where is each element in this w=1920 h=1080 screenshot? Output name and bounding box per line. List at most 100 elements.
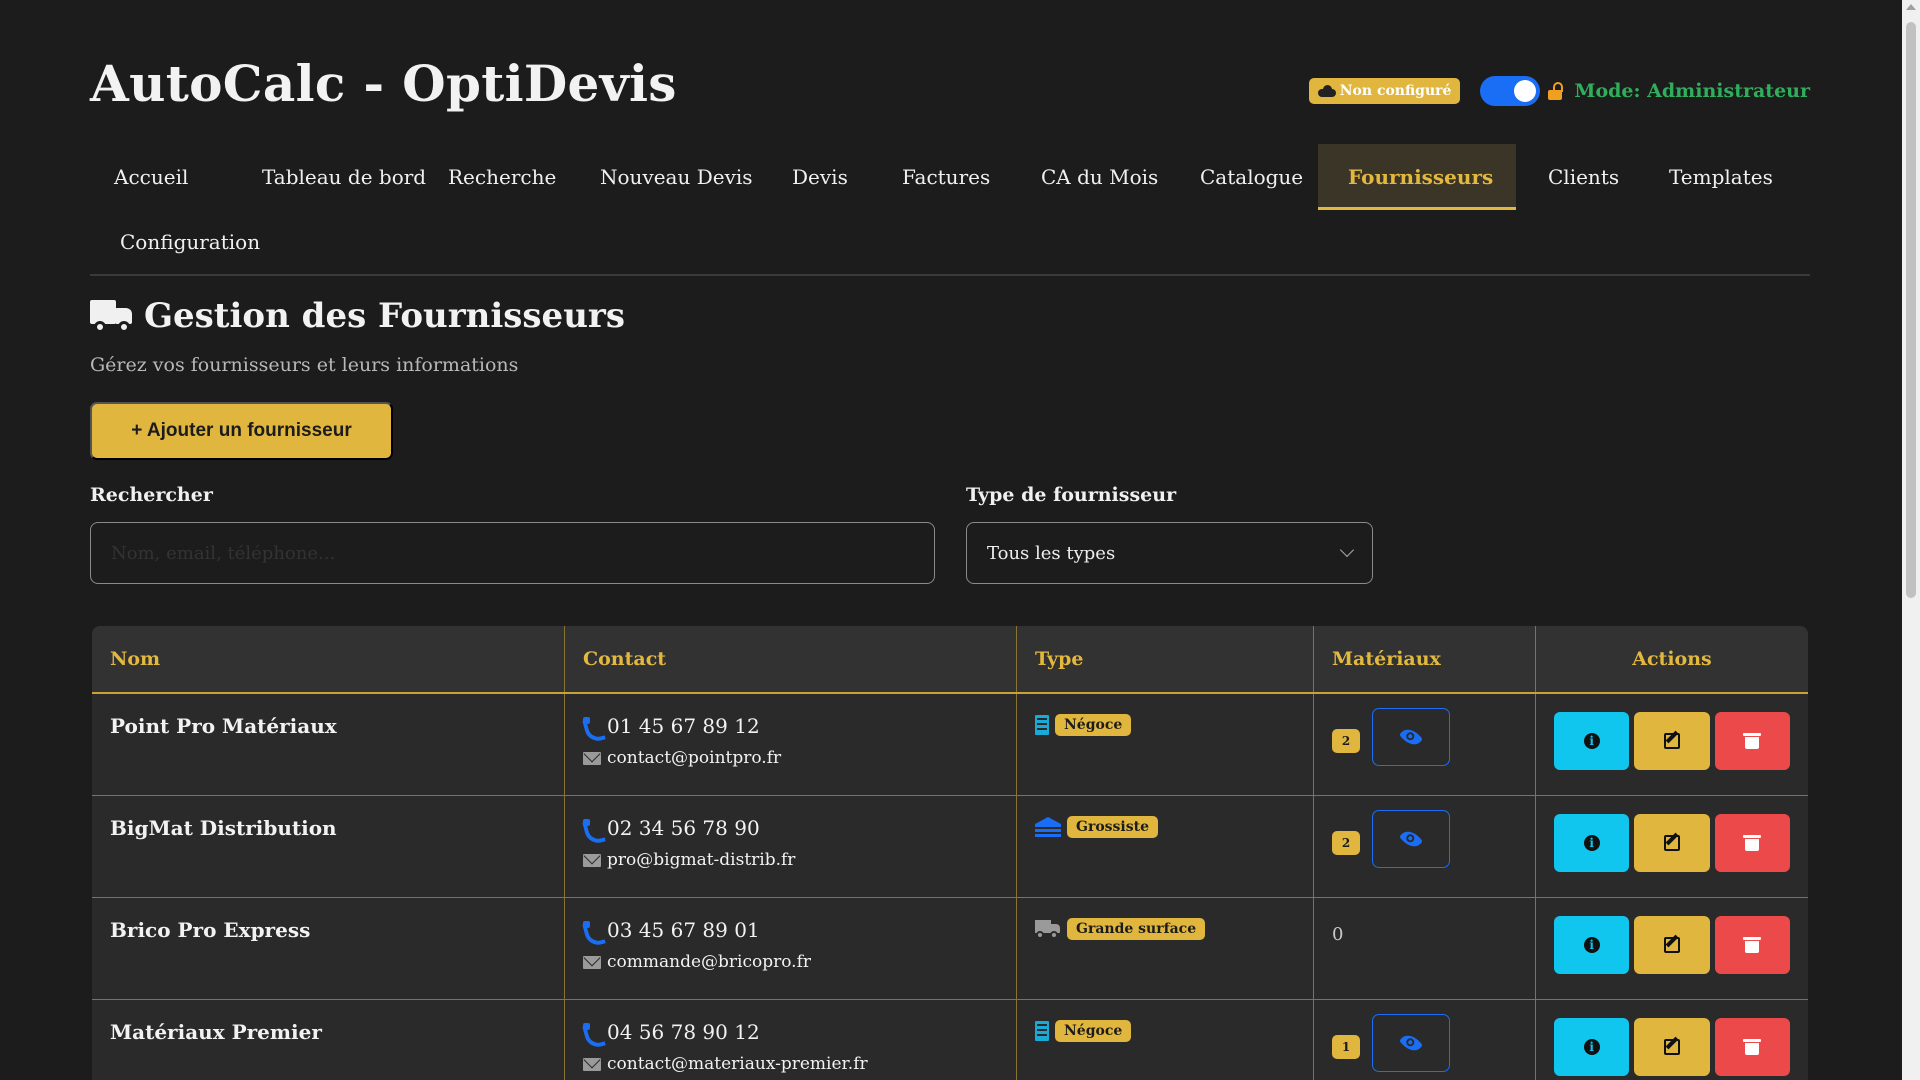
info-button[interactable]: i [1554,814,1630,872]
trash-icon [1743,937,1762,953]
nav-fournisseurs[interactable]: Fournisseurs [1318,144,1516,210]
info-icon: i [1583,937,1600,953]
search-label: Rechercher [90,484,213,506]
nav-catalogue[interactable]: Catalogue [1170,144,1333,210]
type-filter-label: Type de fournisseur [966,484,1177,506]
nav-ca-du-mois[interactable]: CA du Mois [1011,144,1188,210]
chevron-down-icon [1339,542,1355,558]
nav-accueil[interactable]: Accueil [84,144,218,210]
scroll-up-arrow-icon[interactable] [1906,4,1916,10]
info-button[interactable]: i [1554,712,1630,770]
supplier-phone: 04 56 78 90 12 [607,1020,760,1044]
supplier-email: contact@pointpro.fr [607,748,782,768]
app-title: AutoCalc - OptiDevis [90,54,677,113]
building-icon [1035,1021,1049,1041]
header-nom: Nom [92,626,565,692]
vertical-scrollbar[interactable] [1902,0,1920,1080]
delete-button[interactable] [1714,712,1790,770]
supplier-name: BigMat Distribution [110,816,337,840]
nav-clients[interactable]: Clients [1518,144,1649,210]
type-badge: Négoce [1055,714,1132,736]
supplier-name: Matériaux Premier [110,1020,322,1044]
trash-icon [1743,1039,1762,1055]
cloud-icon [1317,85,1336,97]
phone-icon [583,717,601,735]
type-filter-value: Tous les types [987,542,1116,564]
header-type: Type [1017,626,1314,692]
phone-icon [583,1023,601,1041]
suppliers-table: Nom Contact Type Matériaux Actions Point… [92,626,1808,1080]
type-filter-select[interactable]: Tous les types [966,522,1373,584]
cloud-status-label: Non configuré [1339,83,1452,99]
edit-icon [1663,1039,1680,1055]
warehouse-icon [1035,817,1061,837]
trash-icon [1743,835,1762,851]
supplier-email: commande@bricopro.fr [607,952,811,972]
eye-icon [1398,1030,1424,1056]
type-badge: Grossiste [1067,816,1159,838]
eye-icon [1398,724,1424,750]
header-status: Non configuré Mode: Administrateur [1308,76,1810,106]
materials-count-badge: 2 [1332,729,1360,753]
trash-icon [1743,733,1762,749]
nav-devis[interactable]: Devis [762,144,878,210]
unlock-icon [1548,82,1564,100]
scrollbar-thumb[interactable] [1906,22,1916,598]
view-materials-button[interactable] [1372,810,1450,868]
nav-factures[interactable]: Factures [872,144,1020,210]
info-icon: i [1583,835,1600,851]
nav-recherche[interactable]: Recherche [418,144,586,210]
phone-icon [583,921,601,939]
toggle-knob [1514,80,1537,102]
add-supplier-button[interactable]: + Ajouter un fournisseur [90,402,393,460]
edit-icon [1663,937,1680,953]
supplier-phone: 02 34 56 78 90 [607,816,760,840]
delete-button[interactable] [1714,1018,1790,1076]
table-row: Matériaux Premier 04 56 78 90 12 contact… [92,1000,1808,1080]
edit-icon [1663,835,1680,851]
truck-icon [90,298,134,334]
info-icon: i [1583,733,1600,749]
nav-nouveau-devis[interactable]: Nouveau Devis [570,144,783,210]
page-title-text: Gestion des Fournisseurs [144,296,625,336]
page-subtitle: Gérez vos fournisseurs et leurs informat… [90,354,519,376]
phone-icon [583,819,601,837]
supplier-name: Brico Pro Express [110,918,311,942]
search-input[interactable] [90,522,935,584]
edit-icon [1663,733,1680,749]
mode-label: Mode: Administrateur [1574,80,1810,102]
info-button[interactable]: i [1554,1018,1630,1076]
type-badge: Négoce [1055,1020,1132,1042]
supplier-email: contact@materiaux-premier.fr [607,1054,868,1074]
supplier-name: Point Pro Matériaux [110,714,337,738]
table-row: BigMat Distribution 02 34 56 78 90 pro@b… [92,796,1808,898]
table-row: Point Pro Matériaux 01 45 67 89 12 conta… [92,694,1808,796]
materials-count: 0 [1332,924,1344,945]
view-materials-button[interactable] [1372,1014,1450,1072]
header-actions: Actions [1632,648,1712,670]
view-materials-button[interactable] [1372,708,1450,766]
materials-count-badge: 1 [1332,1035,1360,1059]
nav-configuration[interactable]: Configuration [90,209,290,275]
type-badge: Grande surface [1067,918,1206,940]
header-contact: Contact [565,626,1017,692]
main-nav: Accueil Tableau de bord Recherche Nouvea… [90,144,1810,276]
edit-button[interactable] [1634,814,1710,872]
envelope-icon [583,853,601,867]
building-icon [1035,715,1049,735]
envelope-icon [583,751,601,765]
eye-icon [1398,826,1424,852]
envelope-icon [583,1057,601,1071]
supplier-phone: 03 45 67 89 01 [607,918,760,942]
delete-button[interactable] [1714,916,1790,974]
materials-count-badge: 2 [1332,831,1360,855]
delete-button[interactable] [1714,814,1790,872]
truck-icon [1035,919,1061,939]
nav-templates[interactable]: Templates [1639,144,1803,210]
info-button[interactable]: i [1554,916,1630,974]
edit-button[interactable] [1634,916,1710,974]
supplier-email: pro@bigmat-distrib.fr [607,850,796,870]
admin-mode-toggle[interactable] [1480,76,1541,106]
edit-button[interactable] [1634,712,1710,770]
edit-button[interactable] [1634,1018,1710,1076]
